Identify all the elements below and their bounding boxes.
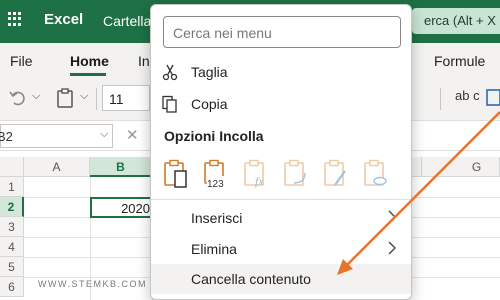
chevron-right-icon	[388, 210, 396, 224]
menu-item-cut[interactable]: Taglia	[151, 57, 411, 87]
context-menu: Cerca nei menu Taglia Copia Opzioni Inco…	[150, 4, 412, 300]
paste-dropdown-icon[interactable]: ⌵	[80, 90, 88, 103]
tab-file[interactable]: File	[10, 53, 33, 69]
cell-value: 2020	[121, 201, 150, 216]
paste-icon[interactable]	[163, 159, 189, 189]
paste-values-icon[interactable]: 123	[203, 159, 229, 189]
menu-item-copy-label: Copia	[191, 96, 228, 112]
menu-search-input[interactable]: Cerca nei menu	[163, 16, 401, 48]
selected-cell-b2[interactable]: 2020	[90, 197, 152, 218]
svg-text:fx: fx	[255, 174, 264, 188]
search-box-text: erca (Alt + X	[424, 13, 496, 28]
paste-options-title: Opzioni Incolla	[164, 128, 264, 144]
menu-item-insert[interactable]: Inserisci	[151, 203, 411, 233]
row-header-2[interactable]: 2	[0, 197, 24, 217]
undo-icon[interactable]	[8, 88, 28, 108]
name-box[interactable]: B2	[0, 124, 113, 148]
menu-item-clear-contents[interactable]: Cancella contenuto	[151, 264, 411, 294]
row-header-1[interactable]: 1	[0, 177, 24, 197]
font-size-value: 11	[109, 91, 124, 107]
app-launcher-icon[interactable]	[8, 12, 22, 26]
toolbar-divider	[96, 88, 97, 110]
chevron-right-icon	[388, 241, 396, 255]
app-name: Excel	[44, 11, 84, 28]
cancel-formula-icon[interactable]: ✕	[126, 126, 139, 144]
workbook-name[interactable]: Cartella	[103, 13, 151, 29]
row-header-6[interactable]: 6	[0, 277, 24, 297]
menu-item-insert-label: Inserisci	[191, 210, 243, 226]
spelling-icon[interactable]: ab c	[455, 88, 480, 103]
watermark: WWW.STEMKB.COM	[38, 279, 147, 289]
paste-formatting-icon[interactable]	[323, 159, 349, 189]
menu-item-cut-label: Taglia	[191, 64, 228, 80]
column-header-a[interactable]: A	[24, 157, 90, 177]
clipboard-icon[interactable]	[55, 87, 75, 109]
name-box-value: B2	[0, 129, 13, 144]
copy-icon	[162, 95, 177, 113]
menu-divider	[151, 199, 411, 200]
menu-item-delete[interactable]: Elimina	[151, 234, 411, 264]
menu-item-delete-label: Elimina	[191, 241, 237, 257]
column-header-b[interactable]: B	[90, 157, 152, 177]
search-box[interactable]: erca (Alt + X	[412, 8, 500, 34]
paste-transpose-icon[interactable]	[283, 159, 309, 189]
paste-link-icon[interactable]	[363, 159, 389, 189]
tab-insert[interactable]: In	[138, 53, 150, 69]
undo-dropdown-icon[interactable]: ⌵	[32, 90, 40, 103]
table-format-icon[interactable]	[486, 88, 500, 108]
menu-item-copy[interactable]: Copia	[151, 89, 411, 119]
menu-item-clear-contents-label: Cancella contenuto	[191, 271, 311, 287]
paste-formulas-icon[interactable]: fx	[243, 159, 269, 189]
font-size-select[interactable]: 11	[102, 85, 150, 111]
tab-formulas[interactable]: Formule	[434, 53, 485, 69]
menu-search-placeholder: Cerca nei menu	[173, 25, 272, 41]
name-box-dropdown-icon[interactable]: ⌵	[100, 128, 108, 141]
paste-values-label: 123	[207, 179, 224, 189]
tab-home[interactable]: Home	[70, 53, 109, 69]
toolbar-divider	[440, 88, 441, 110]
row-header-4[interactable]: 4	[0, 237, 24, 257]
scissors-icon	[162, 64, 178, 81]
select-all-corner[interactable]	[0, 157, 24, 177]
row-header-5[interactable]: 5	[0, 257, 24, 277]
column-header-g-label: G	[471, 160, 482, 174]
column-header-g[interactable]: G	[422, 157, 500, 177]
row-header-3[interactable]: 3	[0, 217, 24, 237]
